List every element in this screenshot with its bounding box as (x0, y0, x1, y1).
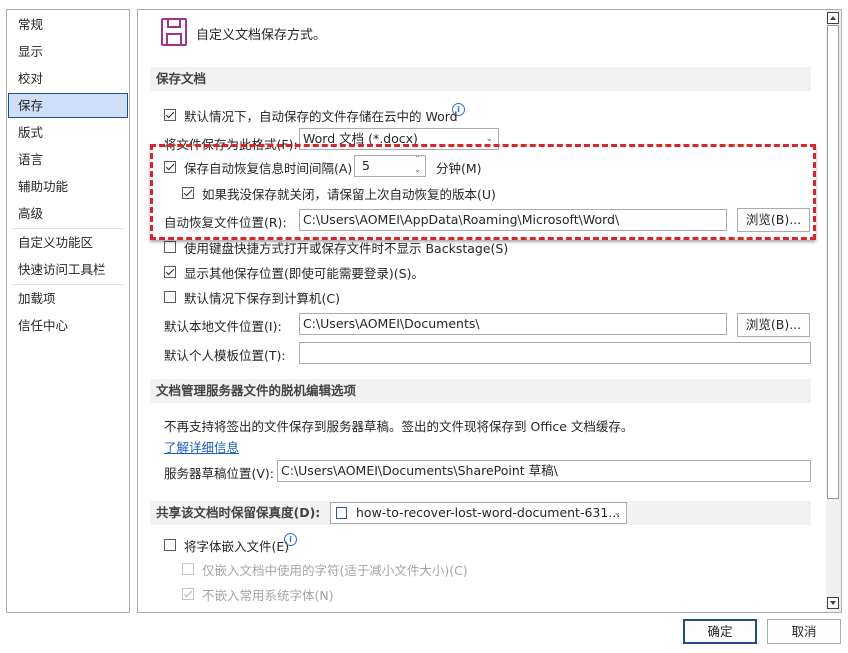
chevron-down-icon: ⌄ (613, 508, 621, 518)
show-more-locations-checkbox[interactable] (164, 266, 176, 278)
nav-divider (11, 284, 125, 285)
browse-autorecover-button[interactable]: 浏览(B)... (737, 208, 810, 232)
nav-item-quick-access-toolbar[interactable]: 快速访问工具栏 (8, 257, 128, 282)
nav-item-language[interactable]: 语言 (8, 147, 128, 172)
server-drafts-field[interactable]: C:\Users\AOMEI\Documents\SharePoint 草稿\ (277, 460, 811, 482)
cancel-button[interactable]: 取消 (767, 619, 841, 644)
save-format-label: 将文件保存为此格式(F): (164, 137, 298, 152)
options-nav: 常规 显示 校对 保存 版式 语言 辅助功能 高级 自定义功能区 快速访问工具栏… (6, 9, 130, 613)
autorecover-checkbox[interactable] (164, 161, 176, 173)
scroll-down-arrow-icon[interactable] (827, 597, 839, 609)
autorecover-location-field[interactable]: C:\Users\AOMEI\AppData\Roaming\Microsoft… (299, 209, 727, 231)
save-options-panel: 自定义文档保存方式。 保存文档 默认情况下，自动保存的文件存储在云中的 Word… (137, 9, 842, 613)
ok-button[interactable]: 确定 (683, 619, 757, 644)
save-to-computer-label: 默认情况下保存到计算机(C) (184, 291, 340, 306)
nav-item-accessibility[interactable]: 辅助功能 (8, 174, 128, 199)
keep-last-version-checkbox[interactable] (182, 187, 194, 199)
nav-divider (11, 228, 125, 229)
only-used-chars-checkbox[interactable] (182, 563, 194, 575)
nav-item-trust-center[interactable]: 信任中心 (8, 313, 128, 338)
autorecover-minutes-stepper[interactable]: 5 ⌃ ⌄ (354, 155, 426, 177)
spin-down-icon[interactable]: ⌄ (414, 165, 421, 175)
no-backstage-checkbox[interactable] (164, 241, 176, 253)
autorecover-label: 保存自动恢复信息时间间隔(A) (184, 161, 353, 176)
info-icon[interactable]: i (284, 533, 297, 546)
nav-item-advanced[interactable]: 高级 (8, 201, 128, 226)
local-location-field[interactable]: C:\Users\AOMEI\Documents\ (299, 313, 727, 335)
section-header-offline-editing: 文档管理服务器文件的脱机编辑选项 (150, 379, 811, 403)
fidelity-document-dropdown[interactable]: how-to-recover-lost-word-document-631...… (330, 502, 627, 524)
no-common-fonts-checkbox[interactable] (182, 588, 194, 600)
keep-last-version-label: 如果我没保存就关闭，请保留上次自动恢复的版本(U) (202, 187, 496, 202)
page-title: 自定义文档保存方式。 (196, 28, 327, 43)
nav-item-general[interactable]: 常规 (8, 12, 128, 37)
save-format-value: Word 文档 (*.docx) (303, 131, 418, 146)
offline-description: 不再支持将签出的文件保存到服务器草稿。签出的文件现将保存到 Office 文档缓… (164, 419, 634, 434)
word-document-icon (336, 507, 347, 519)
chevron-down-icon: ⌄ (485, 134, 493, 144)
template-location-label: 默认个人模板位置(T): (164, 348, 286, 363)
vertical-scrollbar[interactable] (826, 10, 841, 612)
section-header-save-documents: 保存文档 (150, 67, 811, 91)
no-common-fonts-label: 不嵌入常用系统字体(N) (202, 588, 334, 603)
nav-item-proofing[interactable]: 校对 (8, 66, 128, 91)
info-icon[interactable]: i (452, 103, 465, 116)
server-drafts-label: 服务器草稿位置(V): (164, 466, 275, 481)
only-used-chars-label: 仅嵌入文档中使用的字符(适于减小文件大小)(C) (202, 563, 468, 578)
learn-more-link[interactable]: 了解详细信息 (164, 437, 239, 456)
embed-fonts-label: 将字体嵌入文件(E) (184, 539, 290, 554)
save-to-computer-checkbox[interactable] (164, 291, 176, 303)
nav-item-save[interactable]: 保存 (8, 93, 128, 118)
cloud-default-checkbox[interactable] (164, 109, 176, 121)
embed-fonts-checkbox[interactable] (164, 539, 176, 551)
nav-item-addins[interactable]: 加载项 (8, 286, 128, 311)
show-more-locations-label: 显示其他保存位置(即使可能需要登录)(S)。 (184, 266, 424, 281)
template-location-field[interactable] (299, 342, 811, 364)
scroll-up-arrow-icon[interactable] (827, 12, 839, 24)
nav-item-display[interactable]: 显示 (8, 39, 128, 64)
spin-up-icon[interactable]: ⌃ (414, 156, 421, 164)
scrollbar-thumb[interactable] (827, 25, 839, 499)
no-backstage-label: 使用键盘快捷方式打开或保存文件时不显示 Backstage(S) (184, 241, 509, 256)
fidelity-document-name: how-to-recover-lost-word-document-631... (356, 505, 621, 520)
save-format-dropdown[interactable]: Word 文档 (*.docx) ⌄ (299, 128, 499, 150)
cloud-default-label: 默认情况下，自动保存的文件存储在云中的 Word (184, 109, 458, 124)
save-floppy-icon (161, 18, 187, 46)
autorecover-location-label: 自动恢复文件位置(R): (164, 215, 287, 230)
minutes-unit-label: 分钟(M) (436, 161, 482, 176)
autorecover-minutes-value: 5 (362, 158, 370, 173)
fidelity-label: 共享该文档时保留保真度(D): (156, 505, 321, 520)
local-location-label: 默认本地文件位置(I): (164, 319, 282, 334)
nav-item-customize-ribbon[interactable]: 自定义功能区 (8, 230, 128, 255)
browse-local-button[interactable]: 浏览(B)... (737, 313, 810, 337)
nav-item-layout[interactable]: 版式 (8, 120, 128, 145)
